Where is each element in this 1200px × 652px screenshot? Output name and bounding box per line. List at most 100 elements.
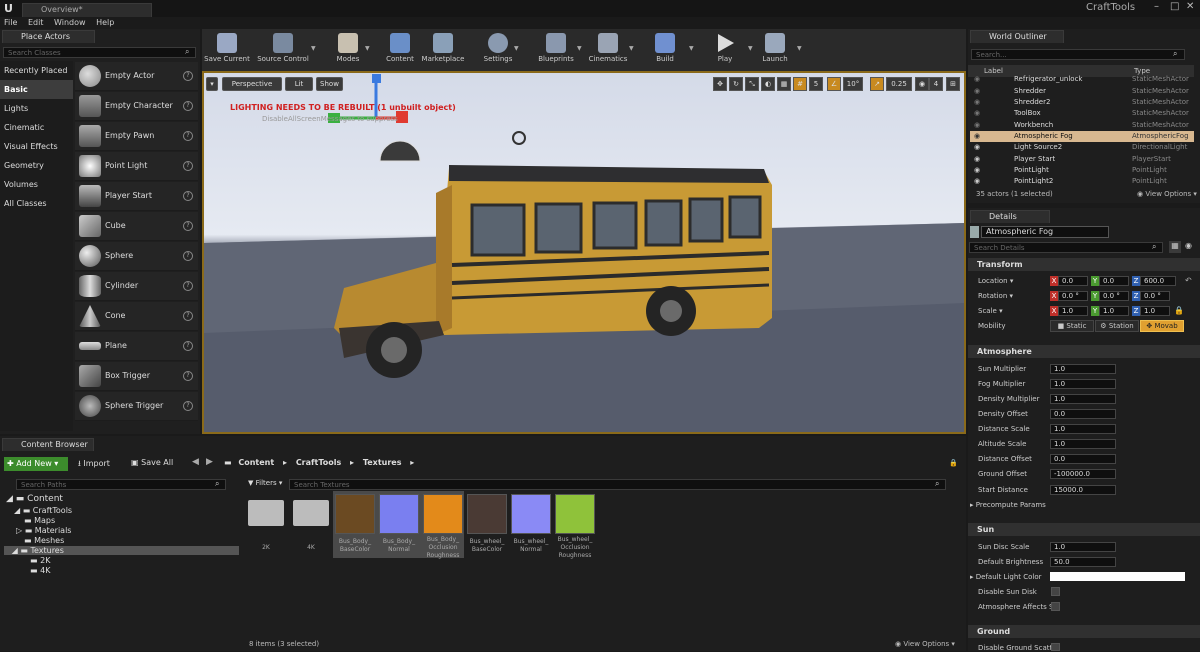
category-cinematic[interactable]: Cinematic — [0, 118, 73, 137]
content-button[interactable]: Content — [383, 31, 417, 69]
category-geometry[interactable]: Geometry — [0, 156, 73, 175]
rotation-y-input[interactable]: 0.0 ° — [1099, 291, 1129, 301]
category-lights[interactable]: Lights — [0, 99, 73, 118]
density-offset-input[interactable]: 0.0 — [1050, 409, 1116, 419]
tab-content-browser[interactable]: Content Browser — [2, 438, 94, 451]
rotation-snap-icon[interactable]: ∠ — [827, 77, 841, 91]
category-all-classes[interactable]: All Classes — [0, 194, 73, 213]
lock-icon[interactable]: 🔒 — [1174, 306, 1184, 315]
disable-sun-disk-checkbox[interactable] — [1051, 587, 1060, 596]
help-icon[interactable]: ? — [183, 191, 193, 201]
chevron-down-icon[interactable]: ▼ — [311, 45, 316, 52]
category-volumes[interactable]: Volumes — [0, 175, 73, 194]
category-recently-placed[interactable]: Recently Placed — [0, 61, 73, 80]
build-button[interactable]: Build — [650, 31, 680, 69]
tab-overview[interactable]: Overview* — [22, 3, 152, 17]
help-icon[interactable]: ? — [183, 371, 193, 381]
light-color-swatch[interactable] — [1050, 572, 1185, 581]
outliner-search[interactable]: Search... — [971, 49, 1185, 60]
breadcrumb-separator[interactable]: ▸ — [283, 458, 287, 467]
perspective-button[interactable]: Perspective — [222, 77, 282, 91]
tree-textures-selected[interactable]: ◢ ▬ Textures — [4, 546, 239, 555]
visibility-eye-icon[interactable]: ◉ — [974, 176, 980, 184]
precompute-params-toggle[interactable]: ▸ Precompute Params — [970, 501, 1046, 509]
outliner-row[interactable]: ◉ ToolBox StaticMeshActor — [970, 108, 1194, 119]
scale-y-input[interactable]: 1.0 — [1099, 306, 1129, 316]
visibility-eye-icon[interactable]: ◉ — [974, 142, 980, 153]
launch-button[interactable]: Launch — [758, 31, 792, 69]
outliner-row[interactable]: ◉ Shredder StaticMeshActor — [970, 86, 1194, 97]
asset-thumbnail[interactable] — [335, 494, 375, 534]
details-search[interactable]: Search Details — [969, 242, 1163, 253]
translate-tool-icon[interactable]: ✥ — [713, 77, 727, 91]
help-icon[interactable]: ? — [183, 401, 193, 411]
lit-button[interactable]: Lit — [285, 77, 313, 91]
mobility-station-button[interactable]: ⚙ Station — [1095, 320, 1139, 332]
show-button[interactable]: Show — [316, 77, 343, 91]
minimize-icon[interactable]: – — [1154, 1, 1159, 12]
actor-item[interactable]: Empty Character? — [75, 92, 198, 121]
actor-item[interactable]: Plane? — [75, 332, 198, 361]
outliner-row[interactable]: ◉ PointLight2 PointLight — [970, 176, 1194, 184]
folder-2k[interactable] — [248, 500, 284, 526]
search-textures[interactable]: Search Textures — [289, 479, 946, 490]
chevron-down-icon[interactable]: ▼ — [365, 45, 370, 52]
object-name-field[interactable]: Atmospheric Fog — [981, 226, 1109, 238]
add-new-button[interactable]: ✚ Add New ▾ — [4, 457, 68, 471]
breadcrumb-separator[interactable]: ▸ — [350, 458, 354, 467]
help-icon[interactable]: ? — [183, 71, 193, 81]
cinematics-button[interactable]: Cinematics — [588, 31, 628, 69]
viewport-options-dropdown[interactable]: ▾ — [206, 77, 218, 91]
asset-thumbnail[interactable] — [555, 494, 595, 534]
disable-ground-scattering-checkbox[interactable] — [1051, 643, 1060, 651]
camera-speed-icon[interactable]: ◉ — [915, 77, 929, 91]
help-icon[interactable]: ? — [183, 311, 193, 321]
help-icon[interactable]: ? — [183, 281, 193, 291]
rotation-x-input[interactable]: 0.0 ° — [1058, 291, 1088, 301]
visibility-eye-icon[interactable]: ◉ — [974, 120, 980, 131]
chevron-down-icon[interactable]: ▼ — [689, 45, 694, 52]
breadcrumb-textures[interactable]: Textures — [363, 458, 402, 467]
breadcrumb-separator[interactable]: ▸ — [410, 458, 414, 467]
density-multiplier-input[interactable]: 1.0 — [1050, 394, 1116, 404]
marketplace-button[interactable]: Marketplace — [420, 31, 466, 69]
sun-multiplier-input[interactable]: 1.0 — [1050, 364, 1116, 374]
actor-item[interactable]: Empty Actor? — [75, 62, 198, 91]
rotation-z-input[interactable]: 0.0 ° — [1140, 291, 1170, 301]
place-actors-search[interactable]: Search Classes — [3, 47, 196, 58]
visibility-eye-icon[interactable]: ◉ — [974, 131, 980, 142]
start-distance-input[interactable]: 15000.0 — [1050, 485, 1116, 495]
asset-thumbnail[interactable] — [511, 494, 551, 534]
import-button[interactable]: ⭳ Import — [78, 458, 110, 472]
rotate-tool-icon[interactable]: ↻ — [729, 77, 743, 91]
settings-button[interactable]: Settings — [480, 31, 516, 69]
camera-speed-value[interactable]: 4 — [929, 77, 943, 91]
category-basic[interactable]: Basic — [0, 80, 73, 99]
help-icon[interactable]: ? — [183, 221, 193, 231]
mobility-movable-button[interactable]: ✥ Movab — [1140, 320, 1184, 332]
search-paths[interactable]: Search Paths — [16, 479, 226, 490]
tree-crafttools[interactable]: ◢ ▬ CraftTools — [14, 506, 72, 515]
menu-edit[interactable]: Edit — [24, 17, 48, 29]
actor-item[interactable]: Cone? — [75, 302, 198, 331]
help-icon[interactable]: ? — [183, 341, 193, 351]
world-local-icon[interactable]: ◐ — [761, 77, 775, 91]
outliner-row[interactable]: ◉ Light Source2 DirectionalLight — [970, 142, 1194, 153]
actor-item[interactable]: Sphere? — [75, 242, 198, 271]
actor-item[interactable]: Cube? — [75, 212, 198, 241]
section-sun[interactable]: Sun — [968, 523, 1200, 536]
visibility-eye-icon[interactable]: ◉ — [974, 154, 980, 165]
play-button[interactable]: Play — [710, 31, 740, 69]
viewport[interactable]: LIGHTING NEEDS TO BE REBUILT (1 unbuilt … — [202, 71, 966, 434]
default-light-color-label[interactable]: ▸ Default Light Color — [970, 573, 1042, 581]
save-all-button[interactable]: ▣ Save All — [131, 458, 173, 467]
menu-help[interactable]: Help — [92, 17, 118, 29]
location-y-input[interactable]: 0.0 — [1099, 276, 1129, 286]
section-ground[interactable]: Ground — [968, 625, 1200, 638]
outliner-row[interactable]: ◉ Workbench StaticMeshActor — [970, 120, 1194, 131]
actor-item[interactable]: Empty Pawn? — [75, 122, 198, 151]
scale-snap-value[interactable]: 0.25 — [886, 77, 912, 91]
mobility-static-button[interactable]: ■ Static — [1050, 320, 1094, 332]
forward-arrow-icon[interactable]: ▶ — [206, 457, 213, 467]
tree-meshes[interactable]: ▬ Meshes — [24, 536, 64, 545]
